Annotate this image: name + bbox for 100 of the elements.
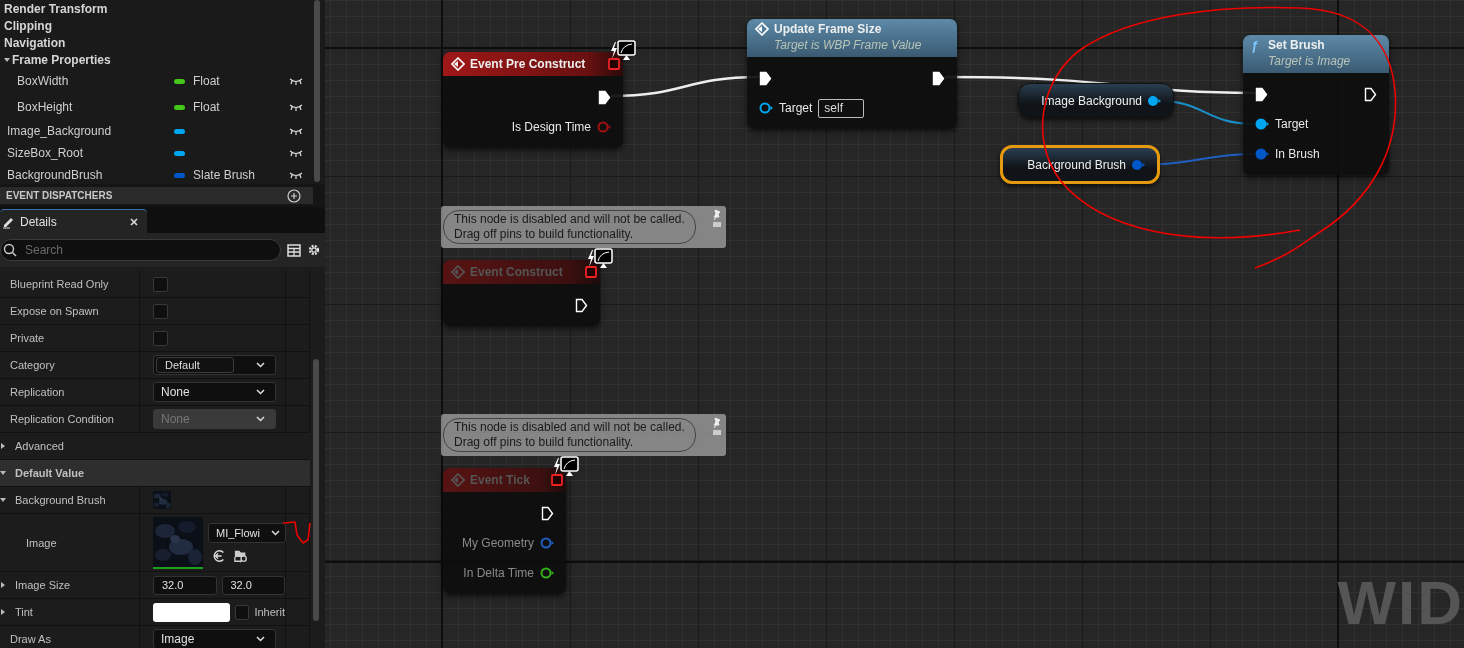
checkbox[interactable] xyxy=(234,604,250,620)
exec-pin-icon[interactable] xyxy=(1364,86,1377,102)
category-combo[interactable]: Default xyxy=(153,355,276,375)
event-icon xyxy=(451,57,465,71)
add-icon[interactable] xyxy=(287,188,301,203)
browse-folder-icon[interactable] xyxy=(234,548,248,563)
variable-type: Float xyxy=(193,100,220,114)
search-icon xyxy=(3,243,17,257)
pin-label: Is Design Time xyxy=(511,120,591,134)
exec-pin-icon[interactable] xyxy=(1255,86,1268,102)
chevron-icon xyxy=(256,362,265,368)
node-title: Set Brush xyxy=(1268,38,1326,52)
comment-text: This node is disabled and will not be called. Drag off pins to build functionality. xyxy=(443,210,696,244)
checkbox[interactable] xyxy=(153,303,168,319)
eye-closed-icon[interactable] xyxy=(289,127,303,135)
asset-dropdown[interactable]: MI_Flowi xyxy=(208,522,286,543)
function-node[interactable]: Update Frame Size Target is WBP Frame Value Target self xyxy=(747,19,957,129)
function-icon: ƒ xyxy=(1251,38,1263,53)
property-label: Image Size xyxy=(15,579,71,591)
category-label[interactable]: Frame Properties xyxy=(12,52,111,67)
collapse-arrow-icon[interactable] xyxy=(4,56,10,63)
number-field[interactable]: 32.0 xyxy=(221,575,285,595)
checkbox-label: Inherit xyxy=(254,606,285,618)
node-title: Event Tick xyxy=(470,473,530,487)
details-tab[interactable]: Details xyxy=(0,209,147,233)
variable-type: Float xyxy=(193,74,220,88)
event-icon xyxy=(755,22,769,36)
data-pin-icon[interactable] xyxy=(759,101,773,115)
table-icon[interactable] xyxy=(287,243,301,257)
category-label[interactable]: Clipping xyxy=(4,18,52,33)
use-selected-icon[interactable] xyxy=(212,548,226,563)
category-label[interactable]: Default Value xyxy=(11,467,85,479)
variable-name[interactable]: BoxHeight xyxy=(0,100,174,114)
chevron-icon xyxy=(256,416,265,422)
property-label: Image xyxy=(26,536,57,549)
event-node[interactable]: Event Pre Construct Is Design Time xyxy=(443,52,623,148)
data-pin-icon[interactable] xyxy=(1255,147,1269,161)
event-icon xyxy=(451,265,465,279)
dropdown[interactable]: Image xyxy=(153,629,276,648)
chevron-icon xyxy=(271,529,280,536)
data-pin-icon[interactable] xyxy=(1255,117,1269,131)
search-field[interactable]: Search xyxy=(0,239,281,261)
variable-name[interactable]: SizeBox_Root xyxy=(0,146,174,160)
pin-label: Target xyxy=(779,101,813,115)
graph-type-label: WID xyxy=(1337,572,1464,634)
property-label: Blueprint Read Only xyxy=(10,278,109,290)
color-swatch[interactable] xyxy=(153,602,230,622)
expand-arrow-icon[interactable] xyxy=(0,582,6,588)
exec-pin-icon[interactable] xyxy=(598,89,611,105)
dropdown[interactable]: None xyxy=(153,382,276,402)
property-label: Replication Condition xyxy=(10,413,114,425)
variable-name[interactable]: Image_Background xyxy=(0,124,174,138)
scrollbar[interactable] xyxy=(314,0,320,182)
section-label[interactable]: Advanced xyxy=(11,440,64,452)
eye-closed-icon[interactable] xyxy=(289,77,303,85)
collapse-arrow-icon[interactable] xyxy=(0,470,6,476)
checkbox[interactable] xyxy=(153,276,168,292)
pin-value-field[interactable]: self xyxy=(818,98,865,118)
number-field[interactable]: 32.0 xyxy=(153,575,217,595)
property-label: Background Brush xyxy=(15,494,106,506)
close-icon[interactable] xyxy=(129,216,139,227)
property-label: Tint xyxy=(15,606,33,618)
comment-text: This node is disabled and will not be called. Drag off pins to build functionality. xyxy=(443,418,696,452)
property-label: Draw As xyxy=(10,633,51,645)
settings-icon[interactable] xyxy=(307,243,321,257)
delegate-pin-icon[interactable] xyxy=(585,266,597,278)
node-subtitle: Target is Image xyxy=(1268,54,1351,68)
variable-name[interactable]: BoxWidth xyxy=(0,74,174,88)
node-title: Update Frame Size xyxy=(774,22,883,36)
eye-closed-icon[interactable] xyxy=(289,171,303,179)
property-label: Replication xyxy=(10,386,65,398)
scrollbar[interactable] xyxy=(313,359,319,621)
variable-type: Slate Brush xyxy=(193,168,256,182)
delegate-pin-icon[interactable] xyxy=(551,474,563,486)
delegate-pin-icon[interactable] xyxy=(608,58,620,70)
data-pin-icon[interactable] xyxy=(1147,93,1161,108)
chevron-icon xyxy=(256,636,265,642)
event-icon xyxy=(451,473,465,487)
expand-arrow-icon[interactable] xyxy=(0,609,6,615)
function-node[interactable]: ƒ Set Brush Target is Image Target In Brush xyxy=(1243,35,1389,175)
expand-arrow-icon[interactable] xyxy=(0,443,6,449)
property-label: Category xyxy=(10,359,55,371)
collapse-arrow-icon[interactable] xyxy=(0,497,6,503)
squiggle-annotation xyxy=(282,521,311,545)
eye-closed-icon[interactable] xyxy=(289,149,303,157)
node-subtitle: Target is WBP Frame Value xyxy=(774,38,922,52)
property-label: Expose on Spawn xyxy=(10,305,99,317)
pin-label: In Delta Time xyxy=(463,566,534,580)
pin-icon[interactable] xyxy=(712,209,722,229)
node-title: Event Construct xyxy=(470,265,563,279)
variable-name[interactable]: BackgroundBrush xyxy=(0,168,174,182)
exec-pin-icon[interactable] xyxy=(932,70,945,86)
eye-closed-icon[interactable] xyxy=(289,103,303,111)
category-label[interactable]: Navigation xyxy=(4,35,66,50)
category-label[interactable]: Render Transform xyxy=(4,1,108,16)
exec-pin-icon[interactable] xyxy=(759,70,772,86)
checkbox[interactable] xyxy=(153,330,168,346)
pin-icon[interactable] xyxy=(712,417,722,437)
pin-label: In Brush xyxy=(1275,147,1320,161)
chevron-icon xyxy=(256,389,265,395)
